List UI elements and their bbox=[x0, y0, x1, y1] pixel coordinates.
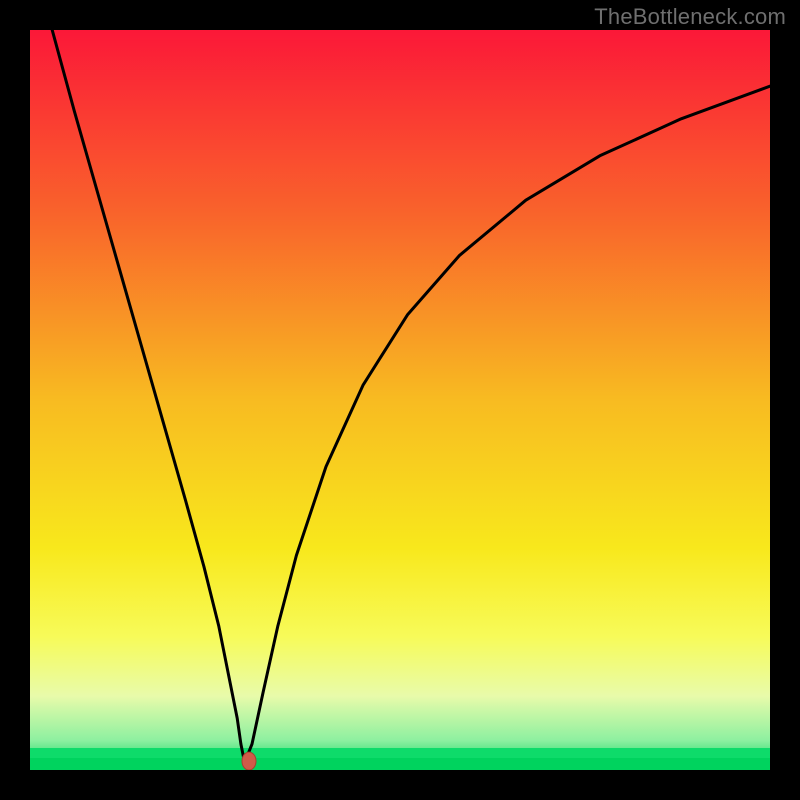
minimum-marker-icon bbox=[242, 752, 256, 770]
plot-svg bbox=[30, 30, 770, 770]
light-green-band bbox=[30, 748, 770, 758]
green-band bbox=[30, 758, 770, 770]
gradient-background bbox=[30, 30, 770, 770]
bottleneck-plot bbox=[30, 30, 770, 770]
watermark-text: TheBottleneck.com bbox=[594, 4, 786, 30]
chart-frame: TheBottleneck.com bbox=[0, 0, 800, 800]
